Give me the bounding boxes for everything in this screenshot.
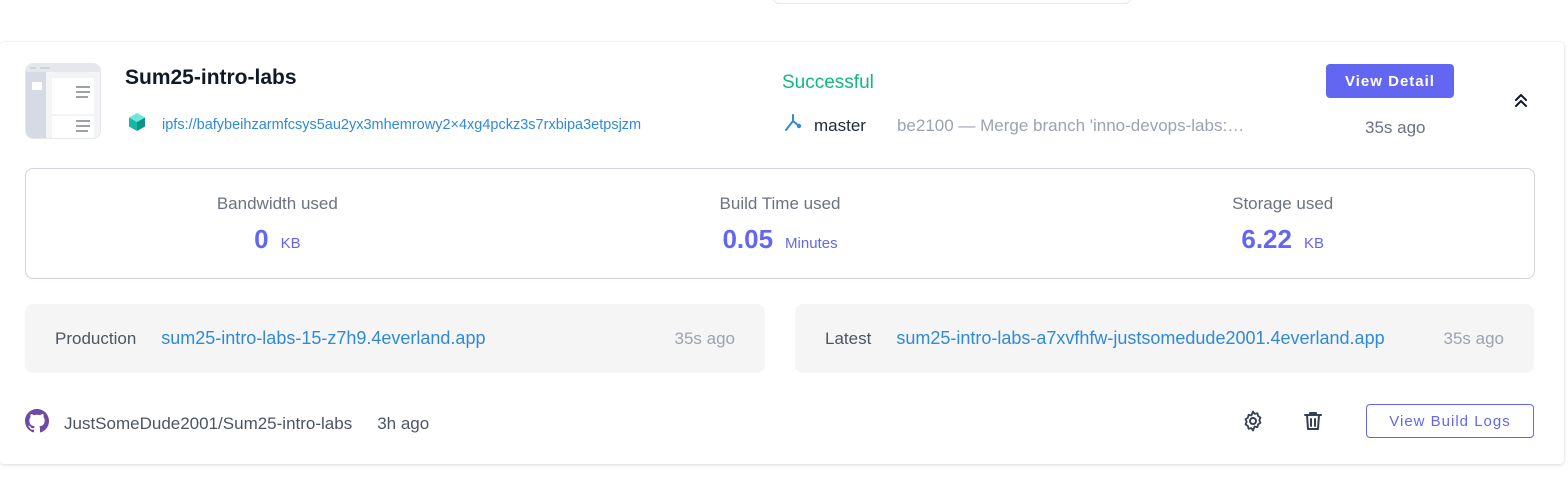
- git-branch-icon: [782, 113, 802, 138]
- chevron-up-icon[interactable]: [1510, 90, 1532, 112]
- project-thumbnail[interactable]: [25, 63, 101, 139]
- production-domain-link[interactable]: sum25-intro-labs-15-z7h9.4everland.app: [161, 328, 485, 349]
- trash-icon[interactable]: [1301, 409, 1325, 433]
- commit-message: be2100 — Merge branch 'inno-devops-labs:…: [896, 115, 1257, 135]
- repo-row: JustSomeDude2001/Sum25-intro-labs 3h ago: [25, 409, 429, 438]
- production-domain-box: Production sum25-intro-labs-15-z7h9.4eve…: [25, 304, 765, 373]
- ipfs-cube-icon: [127, 112, 147, 137]
- stat-build-time: Build Time used 0.05 Minutes: [529, 169, 1032, 278]
- project-card: Sum25-intro-labs ipfs://bafybeihzarmfcsy…: [0, 42, 1564, 464]
- latest-domain-link[interactable]: sum25-intro-labs-a7xvfhfw-justsomedude20…: [896, 328, 1384, 349]
- stat-storage: Storage used 6.22 KB: [1031, 169, 1534, 278]
- view-detail-button[interactable]: View Detail: [1326, 64, 1454, 98]
- stat-unit: KB: [1303, 235, 1324, 252]
- domain-label: Latest: [825, 328, 872, 348]
- ipfs-row: ipfs://bafybeihzarmfcsys5au2yx3mhemrowy2…: [127, 112, 641, 137]
- search-input[interactable]: [773, 0, 1131, 4]
- domain-time: 35s ago: [1443, 328, 1505, 348]
- project-title[interactable]: Sum25-intro-labs: [125, 66, 297, 90]
- stat-bandwidth: Bandwidth used 0 KB: [26, 169, 529, 278]
- stat-label: Bandwidth used: [216, 194, 338, 213]
- deploy-status: Successful: [782, 72, 874, 93]
- stat-value: 0.05 Minutes: [529, 224, 1032, 255]
- stat-number: 0: [254, 224, 269, 254]
- stat-label: Storage used: [1232, 194, 1334, 213]
- ipfs-link[interactable]: ipfs://bafybeihzarmfcsys5au2yx3mhemrowy2…: [162, 117, 641, 133]
- domain-time: 35s ago: [674, 328, 736, 348]
- branch-row: master be2100 — Merge branch 'inno-devop…: [782, 113, 1257, 138]
- repo-name[interactable]: JustSomeDude2001/Sum25-intro-labs: [64, 414, 352, 434]
- stat-value: 6.22 KB: [1031, 224, 1534, 255]
- stat-unit: Minutes: [785, 235, 838, 252]
- deploy-time: 35s ago: [1365, 118, 1426, 137]
- domain-label: Production: [55, 328, 137, 348]
- view-build-logs-button[interactable]: View Build Logs: [1366, 404, 1534, 438]
- settings-gear-icon[interactable]: [1241, 409, 1265, 433]
- stat-label: Build Time used: [719, 194, 841, 213]
- stat-number: 6.22: [1241, 224, 1292, 254]
- repo-time: 3h ago: [377, 413, 430, 433]
- stat-value: 0 KB: [26, 224, 529, 255]
- latest-domain-box: Latest sum25-intro-labs-a7xvfhfw-justsom…: [795, 304, 1534, 373]
- stat-unit: KB: [280, 235, 301, 252]
- github-icon: [25, 409, 49, 438]
- branch-name: master: [814, 115, 866, 135]
- usage-stats-panel: Bandwidth used 0 KB Build Time used 0.05…: [25, 168, 1535, 279]
- stat-number: 0.05: [722, 224, 774, 254]
